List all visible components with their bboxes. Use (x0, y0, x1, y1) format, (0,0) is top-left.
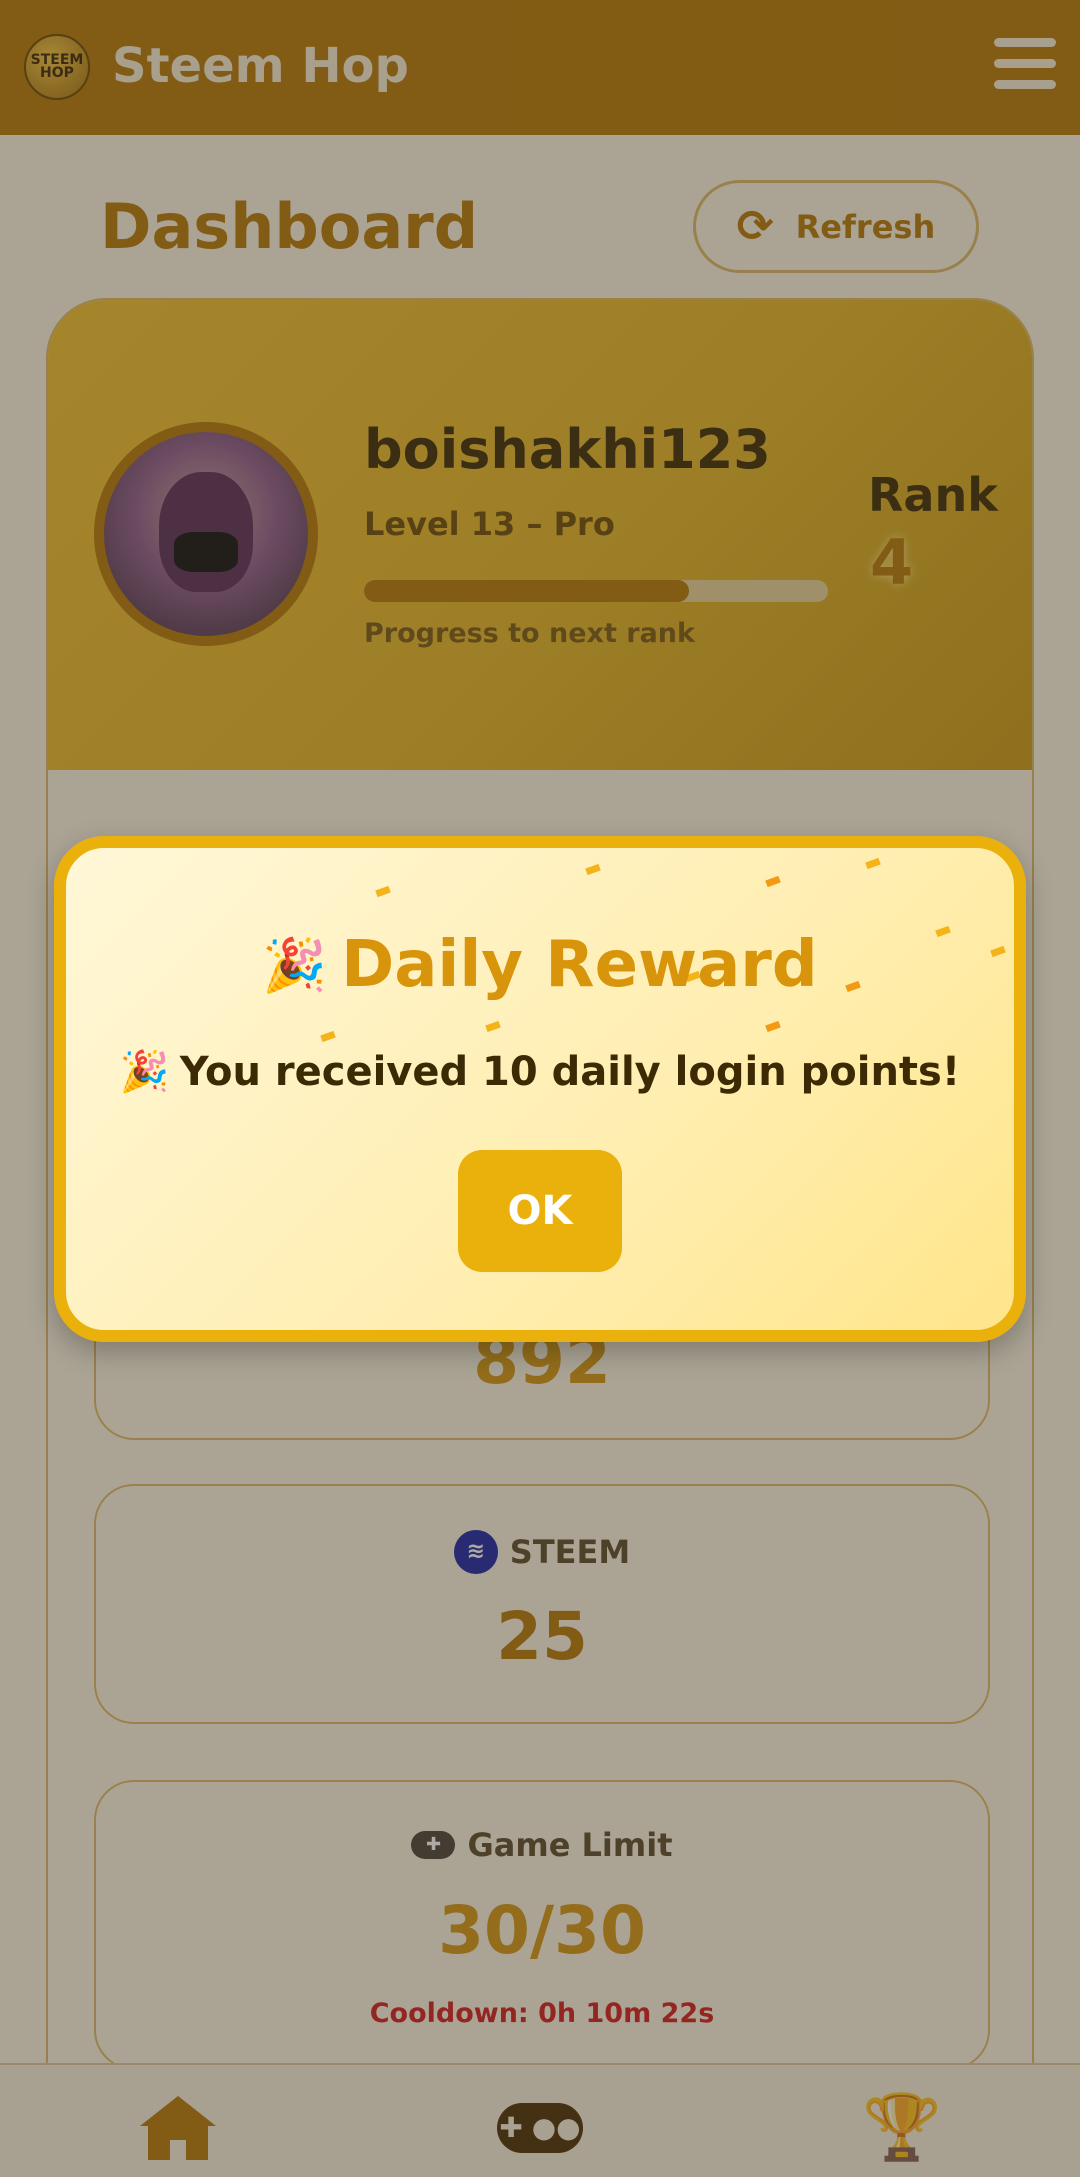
confetti (765, 1020, 781, 1033)
confetti (865, 857, 881, 870)
confetti (585, 863, 601, 876)
dialog-title-text: Daily Reward (341, 928, 818, 1002)
confetti (320, 1030, 336, 1043)
dialog-title: 🎉 Daily Reward (66, 928, 1014, 1002)
ok-button[interactable]: OK (458, 1150, 622, 1272)
confetti (765, 875, 781, 888)
dialog-message-text: You received 10 daily login points! (179, 1048, 961, 1095)
daily-reward-dialog: 🎉 Daily Reward 🎉 You received 10 daily l… (54, 836, 1026, 1342)
party-popper-icon: 🎉 (119, 1049, 170, 1095)
party-popper-icon: 🎉 (262, 935, 328, 996)
confetti (485, 1020, 501, 1033)
dialog-message: 🎉 You received 10 daily login points! (66, 1048, 1014, 1096)
confetti (375, 885, 391, 898)
